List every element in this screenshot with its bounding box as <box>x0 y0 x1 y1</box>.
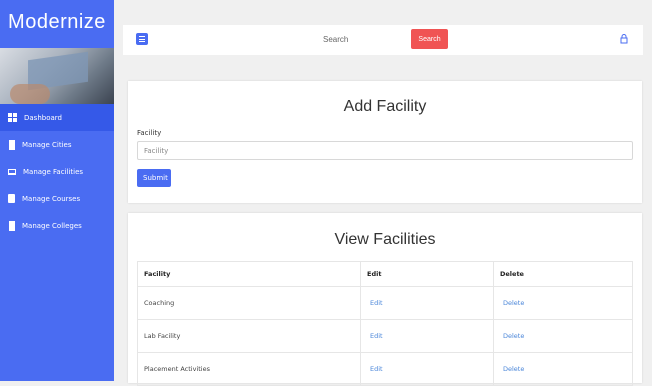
sidebar-item-label: Manage Cities <box>22 140 72 149</box>
sidebar-item-label: Manage Courses <box>22 194 81 203</box>
view-facilities-card: View Facilities Facility Edit Delete Coa… <box>128 213 642 386</box>
search-button[interactable]: Search <box>411 29 448 49</box>
search-input[interactable] <box>320 31 410 47</box>
laptop-icon <box>8 168 16 175</box>
user-lock-icon[interactable] <box>620 34 628 44</box>
sidebar: Modernize Dashboard Manage Cities Manage… <box>0 0 114 381</box>
facility-name-cell: Coaching <box>137 286 361 320</box>
sidebar-hero-image <box>0 48 114 104</box>
sidebar-item-manage-colleges[interactable]: Manage Colleges <box>0 212 114 239</box>
facility-input[interactable] <box>137 141 633 160</box>
view-facilities-title: View Facilities <box>334 231 436 248</box>
column-header-facility: Facility <box>137 261 361 287</box>
building-icon <box>9 139 15 150</box>
edit-link[interactable]: Edit <box>360 286 494 320</box>
table-row: Lab Facility Edit Delete <box>137 319 633 353</box>
delete-link[interactable]: Delete <box>493 286 633 320</box>
submit-button[interactable]: Submit <box>137 169 171 187</box>
add-facility-title: Add Facility <box>343 98 427 115</box>
document-icon <box>8 194 15 203</box>
top-bar: Search <box>123 25 643 55</box>
sidebar-item-label: Manage Colleges <box>22 221 82 230</box>
sidebar-nav: Dashboard Manage Cities Manage Facilitie… <box>0 104 114 239</box>
sidebar-item-manage-facilities[interactable]: Manage Facilities <box>0 158 114 185</box>
sidebar-item-dashboard[interactable]: Dashboard <box>0 104 114 131</box>
hamburger-icon <box>139 36 145 37</box>
dashboard-grid-icon <box>8 113 17 122</box>
menu-toggle-button[interactable] <box>136 33 148 45</box>
sidebar-item-manage-courses[interactable]: Manage Courses <box>0 185 114 212</box>
table-header-row: Facility Edit Delete <box>137 261 633 287</box>
delete-link[interactable]: Delete <box>493 319 633 353</box>
facility-field-label: Facility <box>137 129 162 137</box>
add-facility-card: Add Facility Facility Submit <box>128 81 642 203</box>
facility-name-cell: Lab Facility <box>137 319 361 353</box>
edit-link[interactable]: Edit <box>360 319 494 353</box>
facilities-table: Facility Edit Delete Coaching Edit Delet… <box>137 261 633 386</box>
sidebar-item-label: Dashboard <box>24 113 62 122</box>
table-row: Coaching Edit Delete <box>137 286 633 320</box>
sidebar-item-manage-cities[interactable]: Manage Cities <box>0 131 114 158</box>
column-header-delete: Delete <box>493 261 633 287</box>
brand-logo[interactable]: Modernize <box>0 0 114 48</box>
building-icon <box>9 220 15 231</box>
sidebar-item-label: Manage Facilities <box>23 167 84 176</box>
column-header-edit: Edit <box>360 261 494 287</box>
